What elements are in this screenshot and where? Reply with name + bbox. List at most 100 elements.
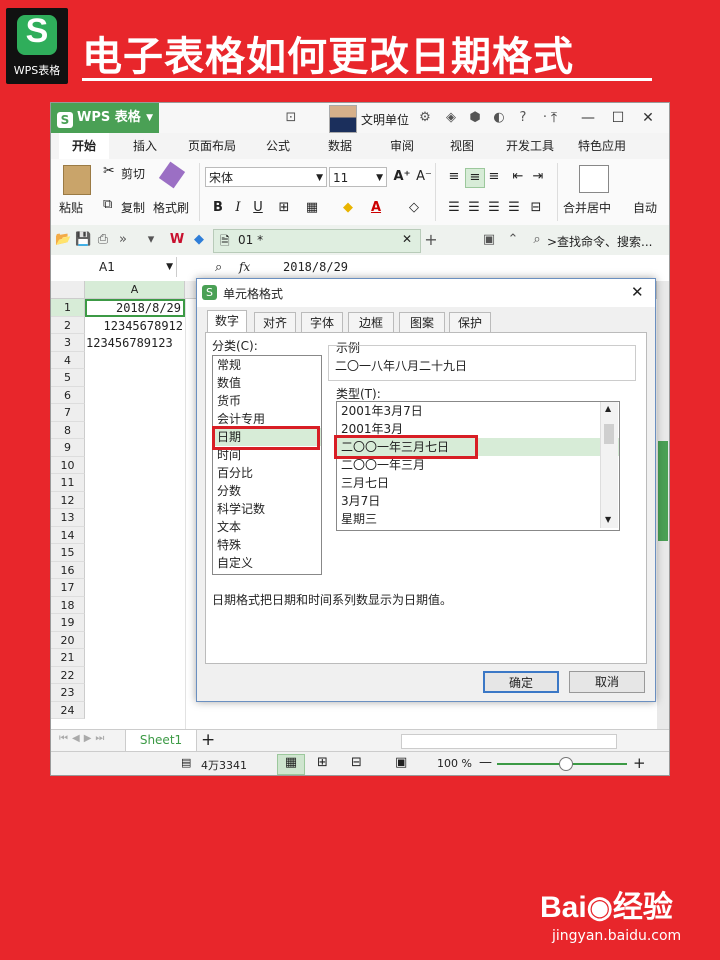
formula-input[interactable]: 2018/8/29	[283, 260, 348, 274]
category-item[interactable]: 分数	[213, 482, 321, 500]
select-all-corner[interactable]	[51, 281, 85, 299]
align-center-icon[interactable]: ☰	[465, 199, 483, 217]
category-item[interactable]: 常规	[213, 356, 321, 374]
add-tab-icon[interactable]: +	[423, 232, 439, 248]
zoom-slider-handle[interactable]	[559, 757, 573, 771]
scroll-up-icon[interactable]: ▲	[605, 404, 611, 413]
cell-a2[interactable]: 12345678912	[91, 318, 183, 335]
type-item[interactable]: 三月七日	[337, 474, 619, 492]
zoom-formula-icon[interactable]: ⌕	[215, 260, 222, 275]
paste-button[interactable]: 粘贴	[59, 199, 83, 216]
vertical-scrollbar[interactable]	[657, 281, 669, 729]
scroll-handle[interactable]	[658, 441, 668, 541]
type-item[interactable]: 2001年3月7日	[337, 402, 619, 420]
share-icon[interactable]: ◐	[491, 110, 507, 126]
category-item[interactable]: 科学记数	[213, 500, 321, 518]
tab-insert[interactable]: 插入	[121, 133, 169, 159]
wps-w-icon[interactable]: W	[169, 232, 185, 248]
tab-page-layout[interactable]: 页面布局	[181, 133, 243, 159]
zoom-out-icon[interactable]: —	[479, 755, 492, 770]
reading-mode-icon[interactable]: ▣	[395, 755, 407, 770]
copy-icon[interactable]: ⧉	[103, 197, 112, 212]
help-icon[interactable]: ?	[515, 110, 531, 126]
copy-button[interactable]: 复制	[121, 199, 145, 216]
function-button[interactable]: fx	[239, 260, 250, 274]
horizontal-scrollbar[interactable]	[401, 734, 617, 749]
row-header[interactable]: 24	[51, 701, 85, 719]
column-header-a[interactable]: A	[85, 281, 185, 299]
paste-icon[interactable]	[63, 165, 91, 195]
tab-number[interactable]: 数字	[207, 310, 247, 333]
justify-icon[interactable]: ☰	[505, 199, 523, 217]
row-header[interactable]: 3	[51, 334, 85, 352]
row-header[interactable]: 17	[51, 579, 85, 597]
tab-data[interactable]: 数据	[317, 133, 363, 159]
open-folder-icon[interactable]: 📂	[55, 232, 71, 248]
row-header[interactable]: 6	[51, 386, 85, 404]
row-header[interactable]: 16	[51, 561, 85, 579]
tab-font[interactable]: 字体	[301, 312, 343, 332]
layout-icon[interactable]: ⊟	[351, 755, 362, 770]
avatar[interactable]	[329, 105, 357, 133]
auto-wrap-button[interactable]: 自动	[633, 199, 657, 216]
row-header[interactable]: 19	[51, 614, 85, 632]
zoom-in-icon[interactable]: +	[633, 754, 646, 772]
type-list-scrollbar[interactable]: ▲ ▼	[600, 402, 618, 528]
tab-special[interactable]: 特色应用	[569, 133, 635, 159]
page-break-view-icon[interactable]: ⊞	[317, 755, 328, 770]
scroll-handle[interactable]	[604, 424, 614, 444]
message-icon[interactable]: ▣	[481, 232, 497, 248]
normal-view-icon[interactable]: ▦	[277, 754, 305, 775]
tab-alignment[interactable]: 对齐	[254, 312, 296, 332]
tab-protection[interactable]: 保护	[449, 312, 491, 332]
row-header[interactable]: 18	[51, 596, 85, 614]
close-icon[interactable]: ✕	[402, 232, 412, 246]
shirt-icon[interactable]: ⊡	[283, 110, 299, 126]
font-size-select[interactable]: 11 ▼	[329, 167, 387, 187]
cell-a3[interactable]: 123456789123	[86, 335, 173, 352]
category-item[interactable]: 特殊	[213, 536, 321, 554]
tab-view[interactable]: 视图	[439, 133, 485, 159]
row-header[interactable]: 14	[51, 526, 85, 544]
name-box[interactable]: A1 ▼	[51, 257, 177, 277]
indent-increase-icon[interactable]: ⇥	[529, 168, 547, 186]
search-icon[interactable]: ⌕	[529, 232, 545, 248]
category-list[interactable]: 常规 数值 货币 会计专用 日期 时间 百分比 分数 科学记数 文本 特殊 自定义	[212, 355, 322, 575]
type-list[interactable]: 2001年3月7日 2001年3月 二〇〇一年三月七日 二〇〇一年三月 三月七日 3月7日…	[336, 401, 620, 531]
ok-button[interactable]: 确定	[483, 671, 559, 693]
row-header[interactable]: 11	[51, 474, 85, 492]
tab-developer[interactable]: 开发工具	[499, 133, 561, 159]
align-top-icon[interactable]: ≡	[445, 168, 463, 186]
distribute-icon[interactable]: ⊟	[527, 199, 545, 217]
font-color-icon[interactable]: A	[367, 199, 385, 217]
document-tab[interactable]: 🗎 01 * ✕	[213, 229, 421, 253]
row-header[interactable]: 21	[51, 649, 85, 667]
tab-formulas[interactable]: 公式	[255, 133, 301, 159]
cloud-icon[interactable]: ◈	[443, 110, 459, 126]
fill-pattern-icon[interactable]: ▦	[303, 199, 321, 217]
row-header[interactable]: 23	[51, 684, 85, 702]
clear-format-icon[interactable]: ◇	[405, 199, 423, 217]
row-header[interactable]: 13	[51, 509, 85, 527]
sheet-tab-sheet1[interactable]: Sheet1	[125, 730, 197, 752]
indent-decrease-icon[interactable]: ⇤	[509, 168, 527, 186]
align-middle-icon[interactable]: ≡	[465, 168, 485, 188]
row-header[interactable]: 15	[51, 544, 85, 562]
more-icon[interactable]: »	[115, 232, 131, 248]
type-item[interactable]: 3月7日	[337, 492, 619, 510]
decrease-font-icon[interactable]: A⁻	[415, 168, 433, 186]
chevron-down-icon[interactable]: ▾	[143, 232, 159, 248]
row-header[interactable]: 8	[51, 421, 85, 439]
format-painter-button[interactable]: 格式刷	[153, 199, 189, 216]
sheet-nav-icon[interactable]: ⏮◀▶⏭	[59, 733, 108, 744]
user-name[interactable]: 文明单位	[361, 111, 409, 128]
tab-pattern[interactable]: 图案	[399, 312, 445, 332]
tab-home[interactable]: 开始	[59, 133, 109, 161]
type-item[interactable]: 星期三	[337, 510, 619, 528]
row-header[interactable]: 4	[51, 351, 85, 369]
bold-icon[interactable]: B	[209, 199, 227, 217]
align-left-icon[interactable]: ☰	[445, 199, 463, 217]
close-icon[interactable]: ✕	[637, 108, 659, 128]
category-item[interactable]: 百分比	[213, 464, 321, 482]
row-header[interactable]: 10	[51, 456, 85, 474]
